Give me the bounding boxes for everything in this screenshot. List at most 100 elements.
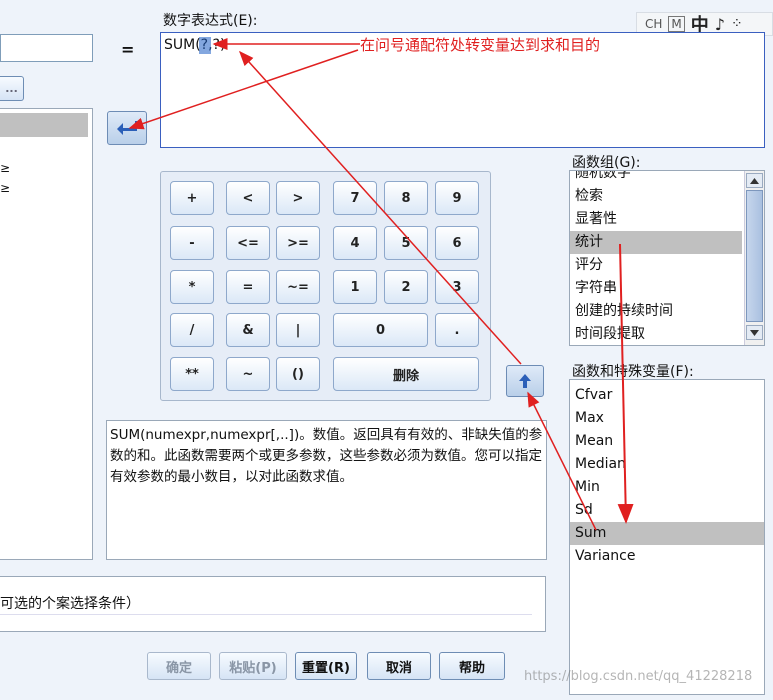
function-group-item-label: 检索 bbox=[575, 188, 603, 204]
key-parentheses-text: () bbox=[292, 366, 304, 382]
help-button[interactable]: 帮助 bbox=[439, 652, 505, 680]
function-item[interactable]: Median bbox=[570, 453, 764, 476]
cancel-button-text: 取消 bbox=[385, 660, 412, 676]
key-less-than-text: < bbox=[242, 190, 254, 206]
key-not-equal[interactable]: ~= bbox=[276, 270, 320, 304]
ime-grip-icon: ⁘ bbox=[730, 16, 743, 32]
key-or[interactable]: | bbox=[276, 313, 320, 347]
ime-music-icon[interactable]: ♪ bbox=[715, 15, 725, 34]
reset-button[interactable]: 重置(R) bbox=[295, 652, 357, 680]
variable-name-field[interactable] bbox=[0, 34, 93, 62]
key-greater-equal[interactable]: >= bbox=[276, 226, 320, 260]
function-group-item[interactable]: 检索 bbox=[570, 185, 742, 208]
key-greater-equal-text: >= bbox=[287, 235, 309, 251]
function-list[interactable]: Cfvar Max Mean Median Min Sd Sum Varianc… bbox=[569, 379, 765, 695]
key-eight-text: 8 bbox=[401, 190, 411, 206]
triangle-down-icon bbox=[750, 329, 759, 336]
key-zero[interactable]: 0 bbox=[333, 313, 428, 347]
key-equals-text: = bbox=[242, 279, 254, 295]
function-group-item[interactable]: 评分 bbox=[570, 254, 742, 277]
key-nine[interactable]: 9 bbox=[435, 181, 479, 215]
function-group-item[interactable]: 字符串 bbox=[570, 277, 742, 300]
insert-variable-button[interactable] bbox=[107, 111, 147, 145]
function-item[interactable]: Cfvar bbox=[570, 384, 764, 407]
function-item-label: Cfvar bbox=[575, 387, 613, 403]
key-not[interactable]: ~ bbox=[226, 357, 270, 391]
type-label-button[interactable]: ... bbox=[0, 76, 24, 101]
ime-mode-indicator[interactable]: M bbox=[668, 16, 685, 32]
key-six[interactable]: 6 bbox=[435, 226, 479, 260]
key-dot-text: . bbox=[454, 322, 460, 338]
key-and[interactable]: & bbox=[226, 313, 270, 347]
function-group-label: 函数组(G): bbox=[572, 155, 641, 171]
triangle-up-icon bbox=[750, 177, 759, 184]
function-item-label: Sum bbox=[575, 525, 607, 541]
function-description-text: SUM(numexpr,numexpr[,..])。数值。返回具有有效的、非缺失… bbox=[110, 427, 543, 485]
key-plus[interactable]: + bbox=[170, 181, 214, 215]
paste-button[interactable]: 粘贴(P) bbox=[219, 652, 287, 680]
arrow-up-icon bbox=[519, 374, 531, 388]
function-item[interactable]: Sd bbox=[570, 499, 764, 522]
key-divide[interactable]: / bbox=[170, 313, 214, 347]
key-less-than[interactable]: < bbox=[226, 181, 270, 215]
variable-list-selected-row[interactable] bbox=[0, 113, 88, 137]
key-one-text: 1 bbox=[350, 279, 360, 295]
key-power-text: ** bbox=[185, 366, 199, 382]
paste-button-text: 粘贴(P) bbox=[229, 660, 277, 676]
function-item-label: Min bbox=[575, 479, 600, 495]
key-not-equal-text: ~= bbox=[287, 279, 309, 295]
function-group-item-label: 时间段提取 bbox=[575, 326, 645, 342]
function-group-item[interactable]: 显著性 bbox=[570, 208, 742, 231]
scroll-down-button[interactable] bbox=[746, 325, 763, 340]
key-one[interactable]: 1 bbox=[333, 270, 377, 304]
key-multiply[interactable]: * bbox=[170, 270, 214, 304]
scroll-up-button[interactable] bbox=[746, 173, 763, 188]
condition-field[interactable]: 可选的个案选择条件） bbox=[0, 593, 532, 615]
key-four[interactable]: 4 bbox=[333, 226, 377, 260]
key-five[interactable]: 5 bbox=[384, 226, 428, 260]
function-item-label: Mean bbox=[575, 433, 614, 449]
key-less-equal[interactable]: <= bbox=[226, 226, 270, 260]
key-five-text: 5 bbox=[401, 235, 411, 251]
key-delete[interactable]: 删除 bbox=[333, 357, 479, 391]
ok-button[interactable]: 确定 bbox=[147, 652, 211, 680]
key-seven[interactable]: 7 bbox=[333, 181, 377, 215]
function-group-item[interactable]: 随机数字 bbox=[570, 171, 742, 185]
watermark: https://blog.csdn.net/qq_41228218 bbox=[524, 669, 753, 684]
key-minus[interactable]: - bbox=[170, 226, 214, 260]
ime-ch-indicator[interactable]: CH bbox=[645, 17, 662, 31]
help-button-text: 帮助 bbox=[458, 660, 485, 676]
cancel-button[interactable]: 取消 bbox=[367, 652, 431, 680]
function-group-item-selected[interactable]: 统计 bbox=[570, 231, 742, 254]
key-two[interactable]: 2 bbox=[384, 270, 428, 304]
key-eight[interactable]: 8 bbox=[384, 181, 428, 215]
key-plus-text: + bbox=[186, 190, 198, 206]
function-group-scrollbar[interactable] bbox=[744, 171, 764, 345]
function-group-item[interactable]: 创建的持续时间 bbox=[570, 300, 742, 323]
function-item[interactable]: Max bbox=[570, 407, 764, 430]
function-group-list[interactable]: 随机数字 检索 显著性 统计 评分 字符串 创建的持续时间 时间段提取 bbox=[569, 170, 765, 346]
key-two-text: 2 bbox=[401, 279, 411, 295]
key-less-equal-text: <= bbox=[237, 235, 259, 251]
function-item[interactable]: Min bbox=[570, 476, 764, 499]
key-three[interactable]: 3 bbox=[435, 270, 479, 304]
function-item[interactable]: Variance bbox=[570, 545, 764, 568]
key-dot[interactable]: . bbox=[435, 313, 479, 347]
function-item-selected[interactable]: Sum bbox=[570, 522, 764, 545]
function-group-item[interactable]: 时间段提取 bbox=[570, 323, 742, 345]
function-item[interactable]: Mean bbox=[570, 430, 764, 453]
key-equals[interactable]: = bbox=[226, 270, 270, 304]
key-greater-than-text: > bbox=[292, 190, 304, 206]
expression-value[interactable]: SUM(?,?) bbox=[164, 37, 225, 53]
key-zero-text: 0 bbox=[375, 322, 386, 338]
equals-sign: = bbox=[121, 40, 135, 59]
key-seven-text: 7 bbox=[350, 190, 360, 206]
key-power[interactable]: ** bbox=[170, 357, 214, 391]
scroll-thumb[interactable] bbox=[746, 190, 763, 322]
key-greater-than[interactable]: > bbox=[276, 181, 320, 215]
key-parentheses[interactable]: () bbox=[276, 357, 320, 391]
insert-function-button[interactable] bbox=[506, 365, 544, 397]
key-six-text: 6 bbox=[452, 235, 462, 251]
variable-list[interactable]: ≥ ≥ bbox=[0, 108, 93, 560]
function-group-item-label: 创建的持续时间 bbox=[575, 303, 673, 319]
